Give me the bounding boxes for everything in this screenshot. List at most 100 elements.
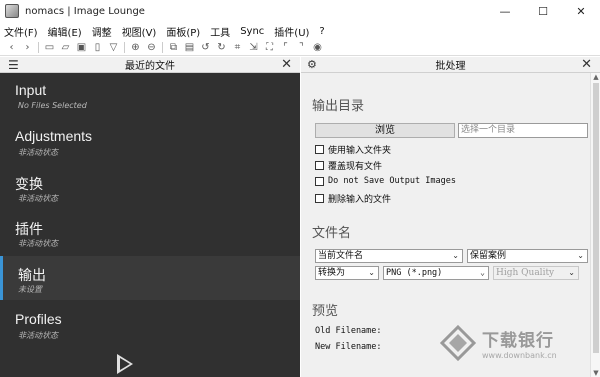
checkbox-label: Do not Save Output Images — [328, 176, 456, 186]
copy-icon[interactable]: ⧉ — [168, 42, 179, 53]
do-not-save-option[interactable]: Do not Save Output Images — [315, 176, 456, 186]
open-icon[interactable]: ▭ — [44, 42, 55, 53]
close-button[interactable]: ✕ — [562, 0, 600, 22]
scrollbar-thumb[interactable] — [593, 83, 599, 353]
filename-heading: 文件名 — [312, 226, 352, 241]
section-status: 未设置 — [18, 285, 42, 294]
forward-icon[interactable]: › — [22, 42, 33, 53]
format-select-value: PNG (*.png) — [386, 268, 443, 278]
vertical-scrollbar[interactable]: ▲ ▼ — [590, 73, 600, 377]
output-dir-input[interactable]: 选择一个目录 — [458, 123, 588, 138]
section-title: 插件 — [15, 221, 43, 237]
use-input-folder-option[interactable]: 使用输入文件夹 — [315, 143, 391, 156]
chevron-down-icon: ⌄ — [577, 251, 584, 260]
fullscreen-icon[interactable]: ⛶ — [264, 42, 275, 53]
menu-bar: 文件(F) 编辑(E) 调整 视图(V) 面板(P) 工具 Sync 插件(U)… — [0, 22, 600, 40]
convert-select-value: 转换为 — [318, 268, 346, 278]
play-icon[interactable] — [117, 354, 133, 374]
chevron-down-icon: ⌄ — [368, 268, 375, 277]
section-status: No Files Selected — [18, 101, 87, 110]
zoom-out-icon[interactable]: ⊖ — [146, 42, 157, 53]
filename-select[interactable]: 当前文件名 ⌄ — [315, 249, 463, 263]
delete-input-option[interactable]: 删除输入的文件 — [315, 192, 391, 205]
section-profiles[interactable]: Profiles 非活动状态 — [0, 302, 300, 346]
menu-edit[interactable]: 编辑(E) — [48, 24, 82, 39]
section-output[interactable]: 输出 未设置 — [0, 256, 300, 300]
section-input[interactable]: Input No Files Selected — [0, 73, 300, 117]
frame-icon[interactable]: ⌜ — [280, 42, 291, 53]
rotate-left-icon[interactable]: ↺ — [200, 42, 211, 53]
section-status: 非活动状态 — [18, 148, 58, 157]
watermark-logo-icon — [440, 325, 476, 361]
section-title: 变换 — [15, 176, 43, 192]
close-icon[interactable]: ✕ — [281, 57, 292, 73]
window-title: nomacs | Image Lounge — [25, 5, 145, 17]
checkbox-label: 删除输入的文件 — [328, 195, 392, 205]
paste-icon[interactable]: ▤ — [184, 42, 195, 53]
section-title: Input — [15, 82, 47, 98]
recent-files-title: 最近的文件 — [125, 61, 175, 72]
scroll-up-icon[interactable]: ▲ — [591, 73, 600, 81]
watermark-text: 下载银行 — [482, 331, 554, 351]
section-title: 输出 — [18, 267, 46, 283]
case-select-value: 保留案例 — [470, 251, 507, 261]
menu-panels[interactable]: 面板(P) — [166, 24, 200, 39]
old-filename-label: Old Filename: — [315, 326, 382, 336]
watermark-url: www.downbank.cn — [482, 351, 557, 360]
frame-corner-icon[interactable]: ⌝ — [296, 42, 307, 53]
save-icon[interactable]: ▣ — [76, 42, 87, 53]
window-controls: — ☐ ✕ — [486, 0, 600, 22]
scroll-down-icon[interactable]: ▼ — [591, 369, 600, 377]
section-plugins[interactable]: 插件 非活动状态 — [0, 210, 300, 254]
section-title: Adjustments — [15, 128, 93, 144]
section-adjustments[interactable]: Adjustments 非活动状态 — [0, 119, 300, 163]
menu-adjust[interactable]: 调整 — [92, 24, 112, 39]
new-filename-label: New Filename: — [315, 342, 382, 352]
chevron-down-icon: ⌄ — [568, 268, 575, 277]
section-title: Profiles — [15, 311, 62, 327]
case-select[interactable]: 保留案例 ⌄ — [467, 249, 588, 263]
toolbar-separator — [38, 42, 39, 53]
filename-select-value: 当前文件名 — [318, 251, 364, 261]
zoom-in-icon[interactable]: ⊕ — [130, 42, 141, 53]
toolbar-separator — [162, 42, 163, 53]
chevron-down-icon: ⌄ — [452, 251, 459, 260]
menu-sync[interactable]: Sync — [240, 26, 264, 37]
location-icon[interactable]: ◉ — [312, 42, 323, 53]
checkbox[interactable] — [315, 161, 324, 170]
menu-tools[interactable]: 工具 — [210, 24, 230, 39]
filter-icon[interactable]: ▽ — [108, 42, 119, 53]
rotate-right-icon[interactable]: ↻ — [216, 42, 227, 53]
checkbox[interactable] — [315, 194, 324, 203]
batch-header: ⚙ 批处理 ✕ — [301, 57, 600, 73]
menu-help[interactable]: ? — [319, 26, 324, 37]
maximize-button[interactable]: ☐ — [524, 0, 562, 22]
section-status: 非活动状态 — [18, 239, 58, 248]
checkbox[interactable] — [315, 145, 324, 154]
resize-icon[interactable]: ⇲ — [248, 42, 259, 53]
quality-select[interactable]: High Quality ⌄ — [493, 266, 579, 280]
batch-sections-panel: Input No Files Selected Adjustments 非活动状… — [0, 73, 300, 377]
checkbox[interactable] — [315, 176, 324, 186]
menu-file[interactable]: 文件(F) — [4, 24, 38, 39]
menu-view[interactable]: 视图(V) — [122, 24, 157, 39]
delete-icon[interactable]: ▯ — [92, 42, 103, 53]
overwrite-option[interactable]: 覆盖现有文件 — [315, 159, 382, 172]
crop-icon[interactable]: ⌗ — [232, 42, 243, 53]
checkbox-label: 覆盖现有文件 — [328, 162, 383, 172]
preview-heading: 预览 — [312, 304, 339, 319]
menu-plugins[interactable]: 插件(U) — [274, 24, 309, 39]
section-transform[interactable]: 变换 非活动状态 — [0, 165, 300, 209]
title-bar: nomacs | Image Lounge — ☐ ✕ — [0, 0, 600, 22]
section-status: 非活动状态 — [18, 194, 58, 203]
format-select[interactable]: PNG (*.png) ⌄ — [383, 266, 489, 280]
back-icon[interactable]: ‹ — [6, 42, 17, 53]
toolbar-separator — [124, 42, 125, 53]
close-icon[interactable]: ✕ — [581, 57, 592, 73]
folder-icon[interactable]: ▱ — [60, 42, 71, 53]
minimize-button[interactable]: — — [486, 0, 524, 22]
convert-select[interactable]: 转换为 ⌄ — [315, 266, 379, 280]
quality-select-value: High Quality — [496, 268, 555, 278]
browse-button[interactable]: 浏览 — [315, 123, 455, 138]
chevron-down-icon: ⌄ — [480, 268, 485, 277]
